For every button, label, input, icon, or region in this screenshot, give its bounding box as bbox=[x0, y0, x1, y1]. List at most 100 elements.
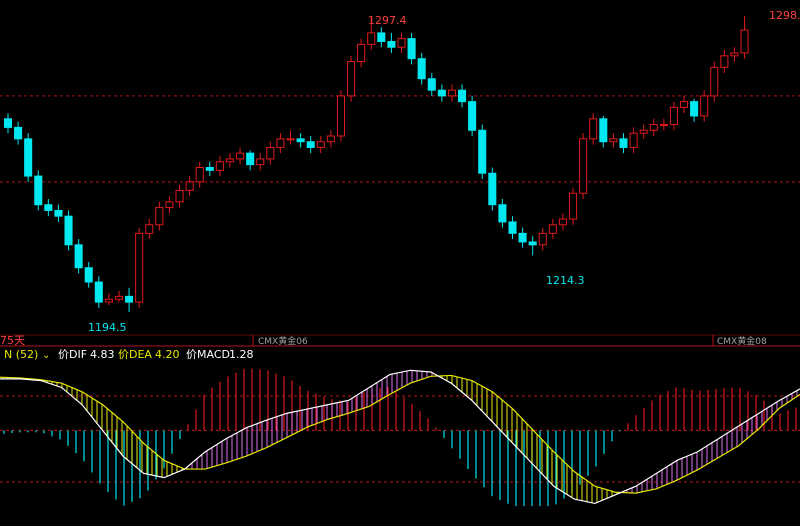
candle[interactable] bbox=[458, 84, 467, 108]
candle-body bbox=[306, 141, 315, 148]
candle[interactable] bbox=[276, 133, 285, 154]
candle-body bbox=[679, 101, 689, 108]
candle[interactable] bbox=[377, 27, 386, 48]
candle-body bbox=[488, 172, 497, 206]
candle[interactable] bbox=[568, 187, 578, 225]
candle[interactable] bbox=[609, 133, 618, 148]
candlestick-series[interactable] bbox=[3, 0, 795, 313]
candle[interactable] bbox=[316, 136, 325, 154]
candle[interactable] bbox=[659, 118, 668, 131]
candle-body bbox=[599, 118, 608, 143]
candle[interactable] bbox=[44, 199, 53, 217]
candle[interactable] bbox=[488, 167, 497, 211]
dif-dea-fill bbox=[1, 370, 798, 503]
candle[interactable] bbox=[175, 184, 184, 208]
candle[interactable] bbox=[679, 95, 689, 114]
candle[interactable] bbox=[468, 95, 477, 136]
macd-panel[interactable] bbox=[0, 368, 800, 506]
candle[interactable] bbox=[24, 133, 33, 182]
candle[interactable] bbox=[326, 130, 335, 148]
candle[interactable] bbox=[669, 101, 678, 131]
candle-body bbox=[286, 138, 295, 141]
candle-body bbox=[357, 43, 366, 63]
candle[interactable] bbox=[407, 32, 416, 65]
candle[interactable] bbox=[296, 133, 305, 148]
candle[interactable] bbox=[720, 50, 729, 73]
macd-period[interactable]: N (52) bbox=[4, 348, 38, 361]
candle-body bbox=[14, 126, 23, 140]
candle[interactable] bbox=[508, 216, 517, 240]
candle[interactable] bbox=[195, 161, 204, 188]
price-panel[interactable]: 1297.4 1298. 1214.3 1194.5 bbox=[0, 0, 800, 334]
candle[interactable] bbox=[165, 196, 174, 214]
candle[interactable] bbox=[397, 32, 406, 53]
candle[interactable] bbox=[498, 199, 507, 228]
candle[interactable] bbox=[347, 55, 356, 102]
candle[interactable] bbox=[528, 236, 537, 256]
candle-body bbox=[54, 209, 63, 217]
candle[interactable] bbox=[215, 156, 224, 177]
candle[interactable] bbox=[34, 170, 43, 211]
candle[interactable] bbox=[649, 118, 658, 136]
candle[interactable] bbox=[558, 213, 567, 231]
candle[interactable] bbox=[64, 210, 73, 251]
chevron-down-icon[interactable]: ⌄ bbox=[42, 350, 50, 361]
candle[interactable] bbox=[3, 113, 13, 134]
candle[interactable] bbox=[54, 204, 63, 222]
candle[interactable] bbox=[74, 239, 83, 274]
candle[interactable] bbox=[740, 15, 749, 59]
candle[interactable] bbox=[478, 124, 487, 179]
candle-body bbox=[649, 124, 658, 131]
price-gridlines bbox=[0, 95, 800, 183]
candle[interactable] bbox=[104, 293, 113, 305]
candle[interactable] bbox=[548, 219, 557, 240]
candle[interactable] bbox=[246, 150, 255, 171]
candle[interactable] bbox=[256, 153, 265, 171]
candle[interactable] bbox=[710, 61, 719, 102]
candle[interactable] bbox=[447, 84, 456, 102]
candle[interactable] bbox=[700, 90, 709, 122]
gold-chart[interactable]: 1297.4 1298. 1214.3 1194.5 75天 CMX黄金06 C… bbox=[0, 0, 800, 522]
macd-legend[interactable]: N (52) ⌄ 价DIF 4.83 价DEA 4.20 价MACD 1.28 bbox=[4, 348, 254, 361]
candle[interactable] bbox=[599, 115, 608, 148]
candle[interactable] bbox=[690, 98, 699, 122]
candle[interactable] bbox=[357, 38, 366, 68]
candle[interactable] bbox=[94, 276, 103, 308]
candle[interactable] bbox=[145, 219, 154, 240]
candle[interactable] bbox=[730, 47, 739, 62]
candle[interactable] bbox=[387, 32, 396, 53]
candle-body bbox=[125, 295, 134, 303]
candle[interactable] bbox=[417, 52, 426, 85]
candle[interactable] bbox=[135, 227, 144, 308]
candle[interactable] bbox=[205, 161, 214, 177]
candle[interactable] bbox=[518, 227, 527, 248]
candle[interactable] bbox=[84, 262, 93, 288]
candle[interactable] bbox=[427, 73, 436, 96]
candle[interactable] bbox=[538, 227, 547, 251]
candle[interactable] bbox=[286, 130, 295, 145]
candle[interactable] bbox=[225, 153, 235, 168]
candle-body bbox=[468, 101, 477, 131]
candle[interactable] bbox=[266, 141, 275, 165]
high-label-right: 1298. bbox=[769, 9, 800, 22]
candle-body bbox=[548, 224, 557, 234]
candle[interactable] bbox=[155, 201, 164, 231]
candle[interactable] bbox=[619, 133, 628, 154]
candle-body bbox=[316, 141, 325, 148]
candle[interactable] bbox=[236, 147, 245, 165]
candle[interactable] bbox=[629, 127, 638, 154]
candle[interactable] bbox=[437, 84, 446, 102]
chart-canvas[interactable]: 1297.4 1298. 1214.3 1194.5 75天 CMX黄金06 C… bbox=[0, 0, 800, 522]
candle[interactable] bbox=[306, 136, 315, 154]
candle[interactable] bbox=[579, 133, 588, 199]
period-label: 75天 bbox=[0, 334, 25, 347]
candle[interactable] bbox=[336, 90, 345, 142]
candle[interactable] bbox=[125, 287, 134, 313]
candle[interactable] bbox=[589, 113, 598, 145]
candle-body bbox=[447, 89, 456, 97]
candle[interactable] bbox=[185, 176, 194, 197]
candle-body bbox=[266, 146, 275, 160]
candle[interactable] bbox=[114, 290, 124, 303]
candle[interactable] bbox=[639, 124, 648, 139]
candle[interactable] bbox=[14, 121, 23, 145]
